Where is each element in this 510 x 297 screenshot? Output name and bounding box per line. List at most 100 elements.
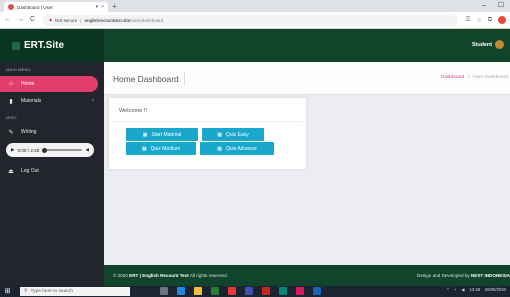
play-icon[interactable]: ▶ [11,147,15,153]
sidebar-item-materials[interactable]: ▮ Materials › [0,93,104,109]
audio-player: ▶ 0:00 / 2:40 ◀ [6,143,94,157]
book-icon: ▦ [217,131,222,138]
misc-heading: MISC [6,115,17,120]
footer: © 2020 ERT | English Recount Text All ri… [104,265,510,286]
copyright-suffix: All rights reserved. [189,273,228,278]
copyright-year: © 2020 [113,273,128,278]
maximize-icon[interactable]: ☐ [498,2,504,10]
browser-tab-bar: Dashboard | User ▾ × + – ☐ [0,0,510,12]
system-tray: ^ ◔ ◀ 13:48 06/08/2020 [447,287,506,292]
url-separator: | [80,17,82,23]
button-label: Quiz Medium [150,145,181,152]
title-divider [184,72,185,86]
brand-name: ERT.Site [24,40,65,51]
new-tab-button[interactable]: + [112,2,117,11]
file-explorer-icon[interactable] [194,287,202,295]
breadcrumb-dashboard[interactable]: Dashboard [441,75,464,80]
sidebar-item-home[interactable]: ⌂ Home [0,76,98,92]
network-icon[interactable]: ◔ [454,287,457,292]
search-icon: ⚲ [24,289,28,294]
sidebar-item-label: Log Out [21,168,39,174]
taskbar-apps [160,287,321,295]
user-menu[interactable]: Student [472,40,504,49]
welcome-text: Welcome !! [119,108,147,114]
word-icon[interactable] [245,287,253,295]
key-icon[interactable]: ⚿ [466,17,471,24]
taskbar-search-input[interactable]: ⚲ Type here to search [20,287,130,296]
taskbar-date[interactable]: 06/08/2020 [485,287,506,292]
user-name: Student [471,41,492,48]
chevron-right-icon: › [92,98,94,104]
home-icon: ⌂ [9,81,13,87]
profile-avatar[interactable] [498,16,506,24]
quiz-medium-button[interactable]: ▦ Quiz Medium [126,142,196,155]
site-favicon-icon [8,4,14,10]
sidebar-item-label: Home [21,81,35,87]
extension-icon[interactable]: ⧉ [488,17,492,24]
sidebar-item-writing[interactable]: ✎ Writing [0,124,104,140]
button-label: Start Material [151,131,182,138]
book-icon: ▦ [141,145,147,152]
taskbar-time[interactable]: 13:48 [470,287,480,292]
windows-start-icon[interactable]: ⊞ [3,287,12,296]
search-placeholder: Type here to search [30,289,73,294]
window-controls: – ☐ [482,2,504,10]
logo-icon [12,42,20,50]
browser-tab[interactable]: Dashboard | User ▾ × [4,2,108,12]
copyright-brand[interactable]: ERT | English Recount Text [129,273,189,278]
store-icon[interactable] [211,287,219,295]
button-label: Quiz Advance [225,145,257,152]
book-icon: ▦ [142,131,148,138]
breadcrumb-separator: > [467,75,471,80]
task-view-icon[interactable] [160,287,168,295]
warning-icon: ▲ [48,17,54,23]
footer-credit: Design and Developed by NEST INDONESIA [417,273,510,278]
quiz-easy-button[interactable]: ▦ Quiz Easy [202,128,264,141]
quiz-advance-button[interactable]: ▦ Quiz Advance [200,142,274,155]
app-icon[interactable] [313,287,321,295]
tab-close-icon[interactable]: × [101,4,104,10]
browser-address-bar: ← → C ▲ Not secure | englishrecounttext.… [0,12,510,29]
chrome-icon[interactable] [228,287,236,295]
app-icon[interactable] [279,287,287,295]
sidebar-item-label: Materials [21,98,42,104]
book-icon: ▮ [9,98,13,105]
back-icon[interactable]: ← [4,16,11,24]
browser-toolbar-icons: ⚿ ☆ ⧉ [466,16,506,24]
tab-title: Dashboard | User [17,4,53,10]
powerpoint-icon[interactable] [262,287,270,295]
app-icon[interactable] [296,287,304,295]
url-path: /user/dashboard [130,17,164,23]
tab-menu-icon[interactable]: ▾ [96,4,99,10]
volume-icon[interactable]: ◀ [461,287,464,292]
sidebar-item-logout[interactable]: ⏏ Log Out [0,163,104,179]
start-material-button[interactable]: ▦ Start Material [126,128,198,141]
pen-icon: ✎ [8,129,14,136]
breadcrumb: Dashboard > User Dashboard [441,75,508,80]
security-label: Not secure [55,17,78,23]
audio-progress-knob[interactable] [42,147,48,153]
audio-time: 0:00 / 2:40 [17,147,40,153]
volume-icon[interactable]: ◀ [85,147,89,153]
button-label: Quiz Easy [225,131,249,138]
main-menu-heading: MAIN MENU [6,67,31,72]
audio-progress-bar[interactable] [42,147,83,153]
minimize-icon[interactable]: – [482,2,486,10]
reload-icon[interactable]: C [30,16,35,24]
book-icon: ▦ [217,145,222,152]
tray-chevron-icon[interactable]: ^ [447,287,449,292]
edge-icon[interactable] [177,287,185,295]
breadcrumb-user-dashboard: User Dashboard [473,75,508,80]
star-icon[interactable]: ☆ [476,17,481,24]
user-avatar[interactable] [495,40,504,49]
brand[interactable]: ERT.Site [0,29,104,62]
forward-icon[interactable]: → [17,16,24,24]
footer-copyright: © 2020 ERT | English Recount Text All ri… [113,273,228,278]
logout-icon: ⏏ [8,168,14,175]
credit-name[interactable]: NEST INDONESIA [471,273,510,278]
credit-prefix: Design and Developed by [417,273,470,278]
url-field[interactable]: ▲ Not secure | englishrecounttext.site /… [43,14,458,26]
page-title: Home Dashboard [113,74,179,84]
os-taskbar: ⊞ ⚲ Type here to search ^ ◔ ◀ 13:48 06/0… [0,286,510,297]
sidebar-item-label: Writing [21,129,37,135]
